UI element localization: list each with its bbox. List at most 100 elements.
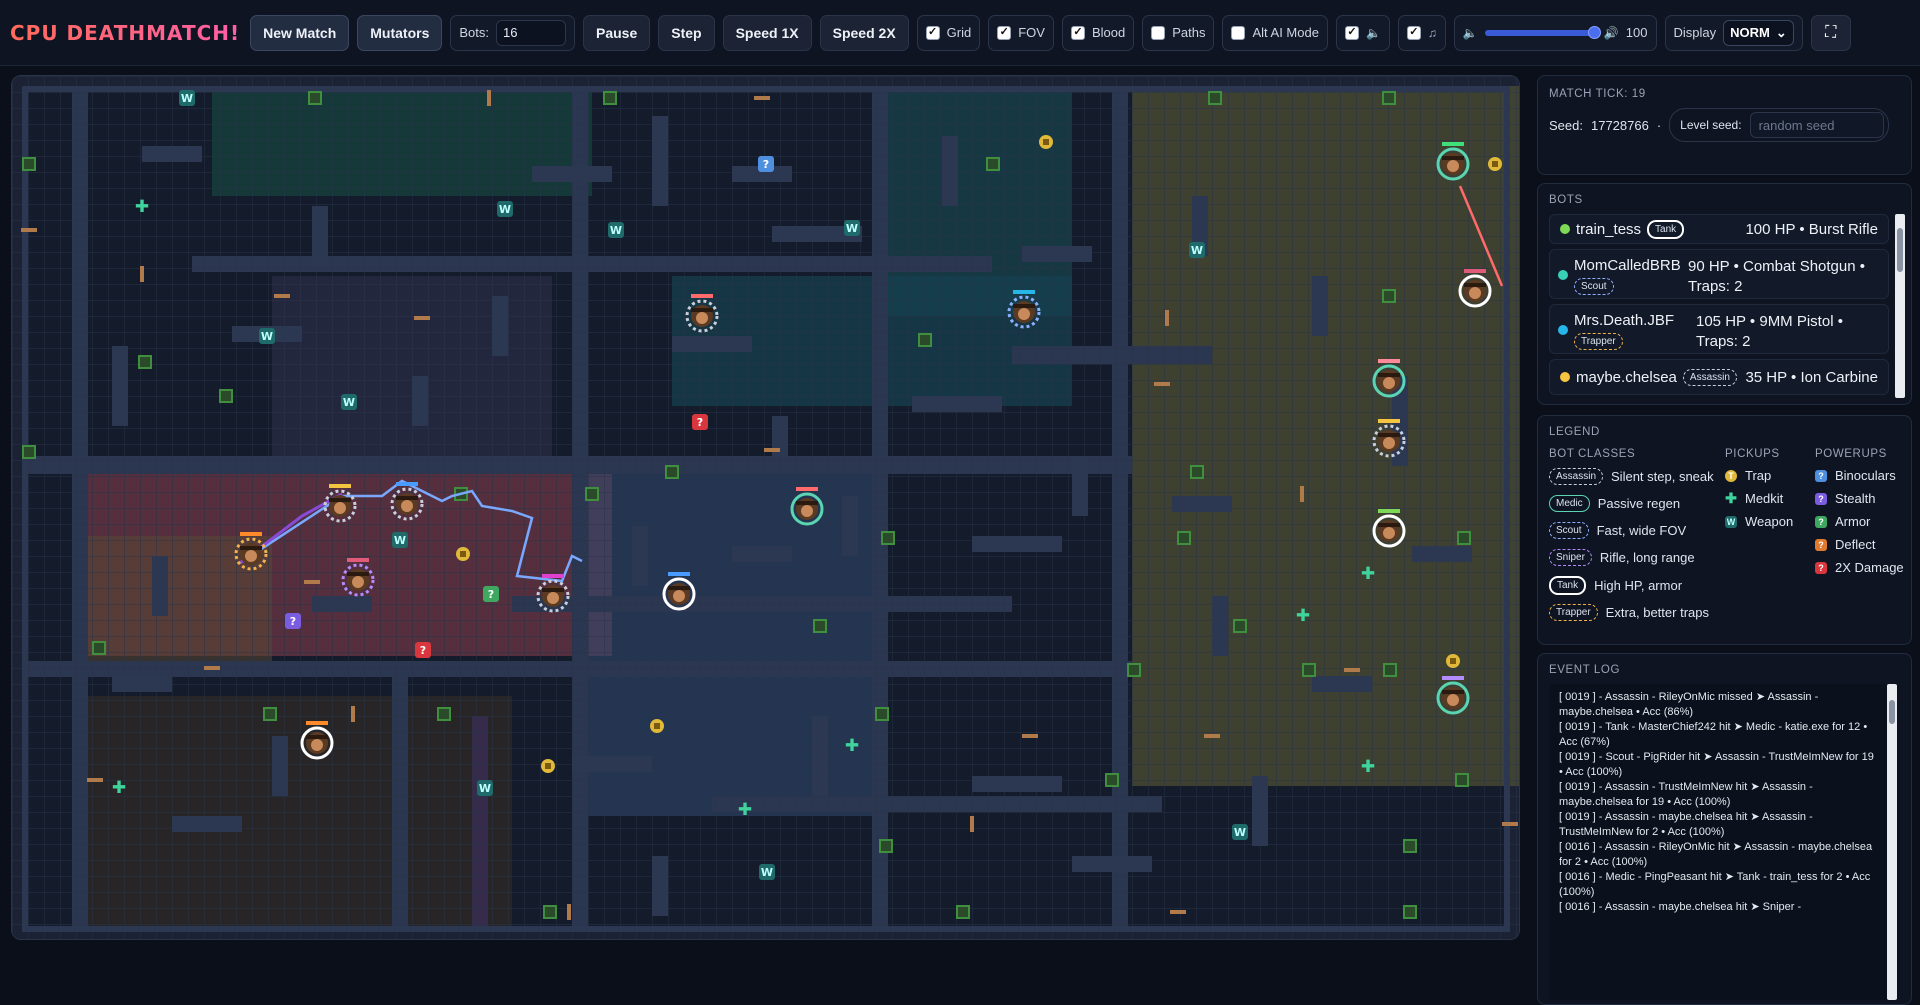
crate bbox=[1105, 773, 1119, 787]
level-seed-input[interactable]: random seed bbox=[1749, 112, 1884, 138]
bots-count-group: Bots: 16 bbox=[450, 14, 575, 51]
class-desc: Extra, better traps bbox=[1605, 605, 1709, 620]
pause-button[interactable]: Pause bbox=[583, 14, 651, 51]
weapon-pickup: W bbox=[392, 532, 408, 548]
display-select[interactable]: NORM ⌄ bbox=[1723, 19, 1794, 46]
event-log[interactable]: [ 0019 ] - Assassin - RileyOnMic missed … bbox=[1549, 684, 1899, 1000]
bot-row[interactable]: MomCalledBRB Scout 90 HP • Combat Shotgu… bbox=[1549, 249, 1889, 299]
bots-list: train_tess Tank 100 HP • Burst Rifle Mom… bbox=[1549, 214, 1889, 398]
powerup: ? bbox=[483, 586, 499, 602]
toggle-alt-ai[interactable]: Alt AI Mode bbox=[1222, 14, 1328, 51]
new-match-button[interactable]: New Match bbox=[250, 14, 350, 51]
speaker-icon: 🔈 bbox=[1365, 25, 1381, 40]
toggle-paths[interactable]: Paths bbox=[1142, 14, 1215, 51]
door bbox=[87, 778, 103, 782]
door bbox=[21, 228, 37, 232]
door bbox=[487, 90, 491, 106]
weapon-icon: W bbox=[1725, 515, 1737, 528]
crate bbox=[813, 619, 827, 633]
toggle-music[interactable]: ♫ bbox=[1397, 14, 1446, 51]
volume-slider-knob[interactable] bbox=[1587, 25, 1601, 39]
crate bbox=[1457, 531, 1471, 545]
svg-text:W: W bbox=[479, 782, 491, 795]
log-line: [ 0016 ] - Assassin - RileyOnMic hit ➤ A… bbox=[1559, 841, 1873, 868]
class-desc: Rifle, long range bbox=[1599, 550, 1695, 565]
trap-pickup bbox=[456, 547, 470, 561]
bots-count-input[interactable]: 16 bbox=[496, 19, 566, 46]
log-scrollbar[interactable] bbox=[1887, 684, 1897, 1000]
svg-text:W: W bbox=[394, 534, 406, 547]
blood-label: Blood bbox=[1091, 25, 1126, 40]
crate bbox=[665, 465, 679, 479]
display-group: Display NORM ⌄ bbox=[1664, 14, 1803, 51]
speed-2x-button[interactable]: Speed 2X bbox=[819, 14, 909, 51]
crate bbox=[986, 157, 1000, 171]
door bbox=[414, 316, 430, 320]
bots-scrollbar[interactable] bbox=[1895, 214, 1905, 398]
alt-ai-checkbox[interactable] bbox=[1231, 25, 1246, 40]
fov-checkbox[interactable] bbox=[997, 25, 1012, 40]
volume-high-icon: 🔊 bbox=[1603, 25, 1619, 40]
door bbox=[140, 266, 144, 282]
svg-text:W: W bbox=[846, 222, 858, 235]
legend-pickup-trap: T Trap bbox=[1725, 468, 1771, 483]
svg-text:?: ? bbox=[763, 158, 769, 171]
powerup: ? bbox=[285, 613, 301, 629]
alt-ai-label: Alt AI Mode bbox=[1252, 25, 1319, 40]
medkit-pickup: ✚ bbox=[135, 197, 149, 217]
game-map[interactable]: W W W W W W W W W W W ✚ ✚ ✚ ✚ ✚ ✚ ✚????? bbox=[11, 75, 1520, 940]
trap-pickup bbox=[1039, 135, 1053, 149]
step-button[interactable]: Step bbox=[658, 14, 715, 51]
powerup: ? bbox=[415, 642, 431, 658]
crate bbox=[263, 707, 277, 721]
door bbox=[754, 96, 770, 100]
volume-slider[interactable] bbox=[1484, 25, 1601, 39]
trap-pickup bbox=[650, 719, 664, 733]
weapon-pickup: W bbox=[259, 328, 275, 344]
crate bbox=[138, 355, 152, 369]
bot-stats: 100 HP • Burst Rifle bbox=[1745, 220, 1878, 238]
legend-powerup-2x-damage: ? 2X Damage bbox=[1815, 560, 1904, 575]
paths-checkbox[interactable] bbox=[1151, 25, 1166, 40]
bot-row[interactable]: maybe.chelsea Assassin 35 HP • Ion Carbi… bbox=[1549, 359, 1889, 395]
toggle-grid[interactable]: Grid bbox=[916, 14, 981, 51]
crate bbox=[1302, 663, 1316, 677]
mutators-button[interactable]: Mutators bbox=[357, 14, 443, 51]
sound-checkbox[interactable] bbox=[1344, 25, 1359, 40]
deflect-icon: ? bbox=[1815, 538, 1827, 551]
crate bbox=[22, 445, 36, 459]
toggle-sound[interactable]: 🔈 bbox=[1335, 14, 1390, 51]
bot-name: maybe.chelsea bbox=[1576, 368, 1677, 386]
grid-checkbox[interactable] bbox=[925, 25, 940, 40]
svg-text:?: ? bbox=[420, 644, 426, 657]
toggle-fov[interactable]: FOV bbox=[988, 14, 1054, 51]
pickups-title: PICKUPS bbox=[1725, 448, 1780, 460]
legend-class-sniper: Sniper Rifle, long range bbox=[1549, 549, 1695, 566]
door bbox=[274, 294, 290, 298]
bot-row[interactable]: Mrs.Death.JBF Trapper 105 HP • 9MM Pisto… bbox=[1549, 304, 1889, 354]
speed-1x-button[interactable]: Speed 1X bbox=[722, 14, 812, 51]
grid-label: Grid bbox=[946, 25, 972, 40]
log-scrollbar-thumb[interactable] bbox=[1889, 700, 1895, 724]
bots-scrollbar-thumb[interactable] bbox=[1897, 228, 1903, 272]
powerup: ? bbox=[758, 156, 774, 172]
svg-text:W: W bbox=[343, 396, 355, 409]
binoculars-icon: ? bbox=[1815, 469, 1827, 482]
legend-class-trapper: Trapper Extra, better traps bbox=[1549, 604, 1709, 621]
legend-powerup-armor: ? Armor bbox=[1815, 514, 1870, 529]
door bbox=[567, 904, 571, 920]
music-checkbox[interactable] bbox=[1406, 25, 1421, 40]
fullscreen-button[interactable]: ⛶ bbox=[1810, 14, 1851, 51]
class-desc: High HP, armor bbox=[1594, 578, 1683, 593]
svg-text:W: W bbox=[181, 92, 193, 105]
game-map-canvas[interactable]: W W W W W W W W W W W ✚ ✚ ✚ ✚ ✚ ✚ ✚????? bbox=[12, 76, 1520, 940]
blood-checkbox[interactable] bbox=[1070, 25, 1085, 40]
legend-class-assassin: Assassin Silent step, sneak bbox=[1549, 468, 1714, 485]
bot-row[interactable]: train_tess Tank 100 HP • Burst Rifle bbox=[1549, 214, 1889, 244]
class-tag: Scout bbox=[1549, 522, 1589, 539]
powerup-label: Binoculars bbox=[1835, 468, 1896, 483]
crate bbox=[875, 707, 889, 721]
seed-label: Seed: bbox=[1549, 117, 1583, 133]
medkit-pickup: ✚ bbox=[1296, 606, 1310, 626]
toggle-blood[interactable]: Blood bbox=[1061, 14, 1135, 51]
